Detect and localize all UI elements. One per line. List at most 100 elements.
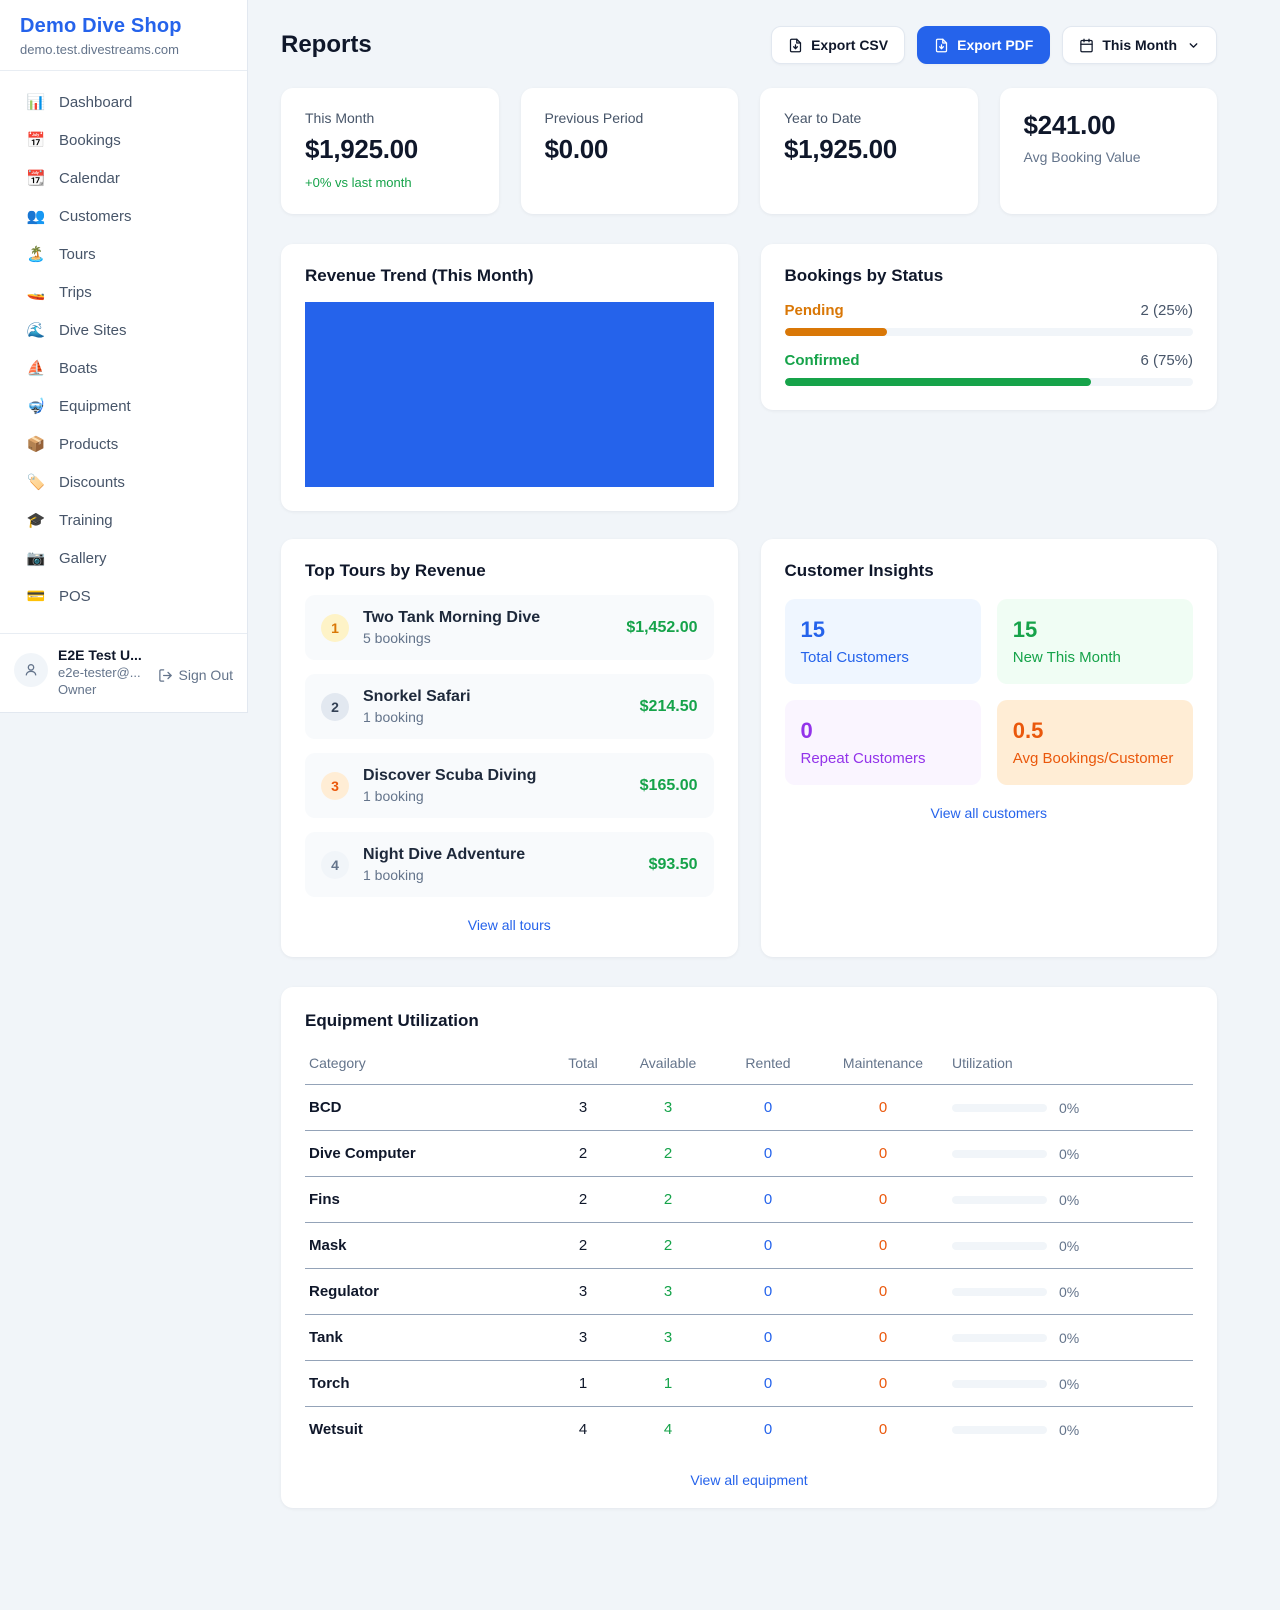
- sidebar-item-trips[interactable]: 🚤 Trips: [0, 273, 247, 311]
- table-row-tank: Tank 3 3 0 0 0%: [305, 1315, 1193, 1361]
- stat-value: $0.00: [545, 134, 715, 165]
- sidebar-item-calendar[interactable]: 📆 Calendar: [0, 159, 247, 197]
- sidebar-item-label: Customers: [59, 208, 132, 225]
- cell-category: Mask: [305, 1223, 548, 1269]
- sidebar-item-pos[interactable]: 💳 POS: [0, 577, 247, 615]
- cell-utilization: 0%: [1059, 1192, 1079, 1208]
- header-actions: Export CSV Export PDF This Month: [771, 26, 1217, 64]
- sidebar-item-discounts[interactable]: 🏷️ Discounts: [0, 463, 247, 501]
- progress-fill: [785, 328, 887, 336]
- sign-out-button[interactable]: Sign Out: [158, 667, 233, 683]
- wave-icon: 🌊: [26, 321, 46, 339]
- rank-badge: 4: [321, 851, 349, 879]
- top-tours-title: Top Tours by Revenue: [305, 561, 714, 581]
- bookings-by-status-title: Bookings by Status: [785, 266, 1194, 286]
- insight-tiles: 15 Total Customers 15 New This Month 0 R…: [785, 599, 1194, 785]
- sidebar-item-boats[interactable]: ⛵ Boats: [0, 349, 247, 387]
- tour-row-3[interactable]: 3 Discover Scuba Diving 1 booking $165.0…: [305, 753, 714, 818]
- view-all-equipment-link[interactable]: View all equipment: [690, 1472, 807, 1488]
- row-tours-customers: Top Tours by Revenue 1 Two Tank Morning …: [281, 539, 1217, 957]
- tour-row-2[interactable]: 2 Snorkel Safari 1 booking $214.50: [305, 674, 714, 739]
- sidebar-item-label: Gallery: [59, 550, 107, 567]
- page-title: Reports: [281, 31, 372, 59]
- sidebar-item-label: Tours: [59, 246, 96, 263]
- period-select[interactable]: This Month: [1062, 26, 1217, 64]
- stat-value: $1,925.00: [784, 134, 954, 165]
- cell-available: 3: [618, 1269, 718, 1315]
- camera-icon: 📷: [26, 549, 46, 567]
- sidebar-item-products[interactable]: 📦 Products: [0, 425, 247, 463]
- cell-rented: 0: [718, 1085, 818, 1131]
- sidebar-item-label: Equipment: [59, 398, 131, 415]
- sidebar-item-dive-sites[interactable]: 🌊 Dive Sites: [0, 311, 247, 349]
- table-row-torch: Torch 1 1 0 0 0%: [305, 1361, 1193, 1407]
- cell-maintenance: 0: [818, 1315, 948, 1361]
- cell-available: 3: [618, 1085, 718, 1131]
- tour-row-1[interactable]: 1 Two Tank Morning Dive 5 bookings $1,45…: [305, 595, 714, 660]
- sidebar-nav: 📊 Dashboard 📅 Bookings 📆 Calendar 👥 Cust…: [0, 71, 247, 633]
- utilization-bar: [952, 1104, 1047, 1112]
- cell-category: Regulator: [305, 1269, 548, 1315]
- calendar-date-icon: 📅: [26, 131, 46, 149]
- sidebar-item-gallery[interactable]: 📷 Gallery: [0, 539, 247, 577]
- sidebar-item-label: Bookings: [59, 132, 121, 149]
- col-utilization: Utilization: [948, 1049, 1193, 1085]
- sidebar-item-equipment[interactable]: 🤿 Equipment: [0, 387, 247, 425]
- view-all-customers-link[interactable]: View all customers: [931, 805, 1047, 821]
- cell-total: 3: [548, 1269, 618, 1315]
- tour-amount: $214.50: [640, 698, 698, 716]
- sign-out-icon: [158, 668, 173, 683]
- cell-rented: 0: [718, 1177, 818, 1223]
- cell-total: 3: [548, 1315, 618, 1361]
- view-all-tours-link[interactable]: View all tours: [468, 917, 551, 933]
- sidebar-item-label: Discounts: [59, 474, 125, 491]
- cell-category: Dive Computer: [305, 1131, 548, 1177]
- tile-value: 15: [1013, 617, 1177, 643]
- file-download-icon: [934, 38, 949, 53]
- export-pdf-button[interactable]: Export PDF: [917, 26, 1050, 64]
- status-count: 6 (75%): [1140, 352, 1193, 369]
- export-csv-button[interactable]: Export CSV: [771, 26, 905, 64]
- sidebar-item-dashboard[interactable]: 📊 Dashboard: [0, 83, 247, 121]
- sidebar-item-label: Dashboard: [59, 94, 132, 111]
- cell-maintenance: 0: [818, 1361, 948, 1407]
- file-download-icon: [788, 38, 803, 53]
- progress-track: [785, 328, 1194, 336]
- cell-category: BCD: [305, 1085, 548, 1131]
- customer-insights-title: Customer Insights: [785, 561, 1194, 581]
- sidebar: Demo Dive Shop demo.test.divestreams.com…: [0, 0, 248, 713]
- sign-out-label: Sign Out: [179, 667, 233, 683]
- user-name: E2E Test U...: [58, 647, 142, 663]
- table-row-wetsuit: Wetsuit 4 4 0 0 0%: [305, 1407, 1193, 1453]
- col-maintenance: Maintenance: [818, 1049, 948, 1085]
- cell-utilization: 0%: [1059, 1422, 1079, 1438]
- progress-fill: [785, 378, 1091, 386]
- sidebar-item-customers[interactable]: 👥 Customers: [0, 197, 247, 235]
- user-email: e2e-tester@...: [58, 665, 142, 680]
- sidebar-item-tours[interactable]: 🏝️ Tours: [0, 235, 247, 273]
- cell-total: 3: [548, 1085, 618, 1131]
- tile-value: 15: [801, 617, 965, 643]
- status-label: Confirmed: [785, 352, 860, 369]
- sidebar-item-training[interactable]: 🎓 Training: [0, 501, 247, 539]
- user-role: Owner: [58, 682, 142, 697]
- cell-total: 4: [548, 1407, 618, 1453]
- tour-row-4[interactable]: 4 Night Dive Adventure 1 booking $93.50: [305, 832, 714, 897]
- table-row-mask: Mask 2 2 0 0 0%: [305, 1223, 1193, 1269]
- calendar-icon: [1079, 38, 1094, 53]
- person-icon: [23, 662, 39, 678]
- cell-available: 4: [618, 1407, 718, 1453]
- stat-card-this-month: This Month $1,925.00 +0% vs last month: [281, 88, 499, 214]
- customer-insights-card: Customer Insights 15 Total Customers 15 …: [761, 539, 1218, 957]
- tour-bookings: 1 booking: [363, 788, 536, 804]
- row-trend-status: Revenue Trend (This Month) Bookings by S…: [281, 244, 1217, 511]
- table-row-bcd: BCD 3 3 0 0 0%: [305, 1085, 1193, 1131]
- speedboat-icon: 🚤: [26, 283, 46, 301]
- cell-utilization: 0%: [1059, 1100, 1079, 1116]
- cell-rented: 0: [718, 1223, 818, 1269]
- period-label: This Month: [1102, 37, 1177, 53]
- tile-label: Repeat Customers: [801, 750, 965, 767]
- avatar: [14, 653, 48, 687]
- sidebar-item-bookings[interactable]: 📅 Bookings: [0, 121, 247, 159]
- brand: Demo Dive Shop demo.test.divestreams.com: [0, 0, 247, 71]
